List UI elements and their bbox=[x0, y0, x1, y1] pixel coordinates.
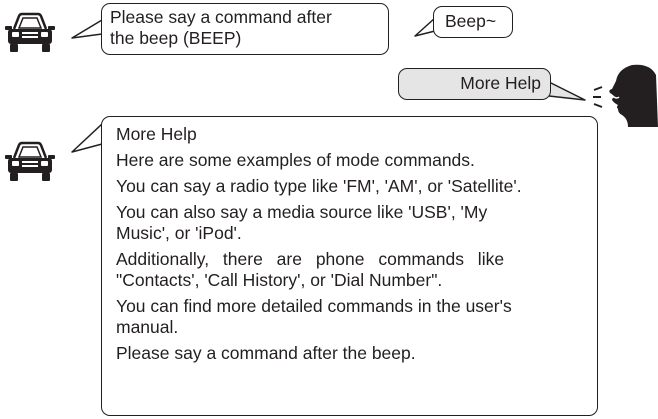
prompt-line-2: the beep (BEEP) bbox=[110, 28, 242, 48]
speaking-person-icon bbox=[593, 64, 658, 127]
help-paragraph-line: "Contacts', 'Call History', or 'Dial Num… bbox=[116, 270, 443, 290]
help-paragraph: Here are some examples of mode commands. bbox=[116, 150, 475, 170]
system-prompt-bubble: Please say a command after the beep (BEE… bbox=[101, 3, 389, 55]
car-icon bbox=[5, 12, 55, 52]
help-paragraph: You can say a radio type like 'FM', 'AM'… bbox=[116, 176, 522, 196]
help-paragraph-line: Additionally, there are phone commands l… bbox=[116, 249, 505, 269]
bubble-tail bbox=[71, 123, 103, 153]
help-paragraph-line: You can find more detailed commands in t… bbox=[116, 296, 512, 316]
help-title: More Help bbox=[116, 124, 197, 144]
bubble-tail bbox=[548, 81, 586, 101]
user-command-bubble: More Help bbox=[398, 68, 551, 100]
user-command-text: More Help bbox=[460, 73, 541, 93]
prompt-line-1: Please say a command after bbox=[110, 7, 332, 27]
bubble-tail bbox=[71, 19, 103, 39]
help-paragraph-line: Music', or 'iPod'. bbox=[116, 223, 242, 243]
help-response-bubble: More Help Here are some examples of mode… bbox=[101, 116, 598, 416]
beep-bubble: Beep~ bbox=[433, 6, 513, 38]
help-paragraph-line: You can also say a media source like 'US… bbox=[116, 202, 488, 222]
help-paragraph-line: manual. bbox=[116, 317, 179, 337]
help-paragraph: Please say a command after the beep. bbox=[116, 343, 416, 363]
beep-text: Beep~ bbox=[445, 11, 497, 31]
car-icon bbox=[5, 141, 55, 181]
